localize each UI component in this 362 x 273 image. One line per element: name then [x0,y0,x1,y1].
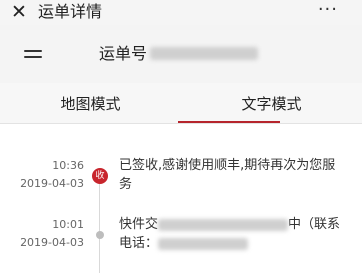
page-title: 运单详情 [38,2,103,21]
signed-badge-icon: 收 [92,168,108,184]
title-bar: ✕ 运单详情 ··· [0,0,362,25]
redacted-text [158,218,289,231]
waybill-number-redacted [150,47,258,60]
event-phone-label: 电话： [119,236,159,251]
timeline-line [99,172,100,273]
event-time: 10:36 [52,159,84,172]
timeline-dot [96,231,104,239]
menu-icon[interactable] [24,50,42,58]
close-icon: ✕ [11,1,27,23]
event-text-mid: 中（联系 [288,217,341,232]
tab-map-mode[interactable]: 地图模式 [0,83,181,123]
event-date: 2019-04-03 [20,236,84,249]
view-mode-tabs: 地图模式 文字模式 [0,83,362,124]
tab-text-mode[interactable]: 文字模式 [181,83,362,123]
event-time: 10:01 [52,218,84,231]
redacted-phone [158,237,249,250]
ellipsis-icon: ··· [317,0,338,20]
more-options-button[interactable]: ··· [318,0,338,25]
event-date: 2019-04-03 [20,177,84,190]
active-tab-indicator [178,121,280,123]
event-text-start: 快件交 [119,217,159,232]
close-button[interactable]: ✕ [6,0,32,25]
event-description: 已签收,感谢使用顺丰,期待再次为您服务 [119,158,336,192]
waybill-header: 运单号 [0,25,362,83]
event-description: 快件交 中（联系 电话： [119,215,344,253]
waybill-number-label: 运单号 [99,44,148,63]
tracking-detail-screen: ✕ 运单详情 ··· 运单号 地图模式 文字模式 10:36 2019-04-0… [0,0,362,273]
